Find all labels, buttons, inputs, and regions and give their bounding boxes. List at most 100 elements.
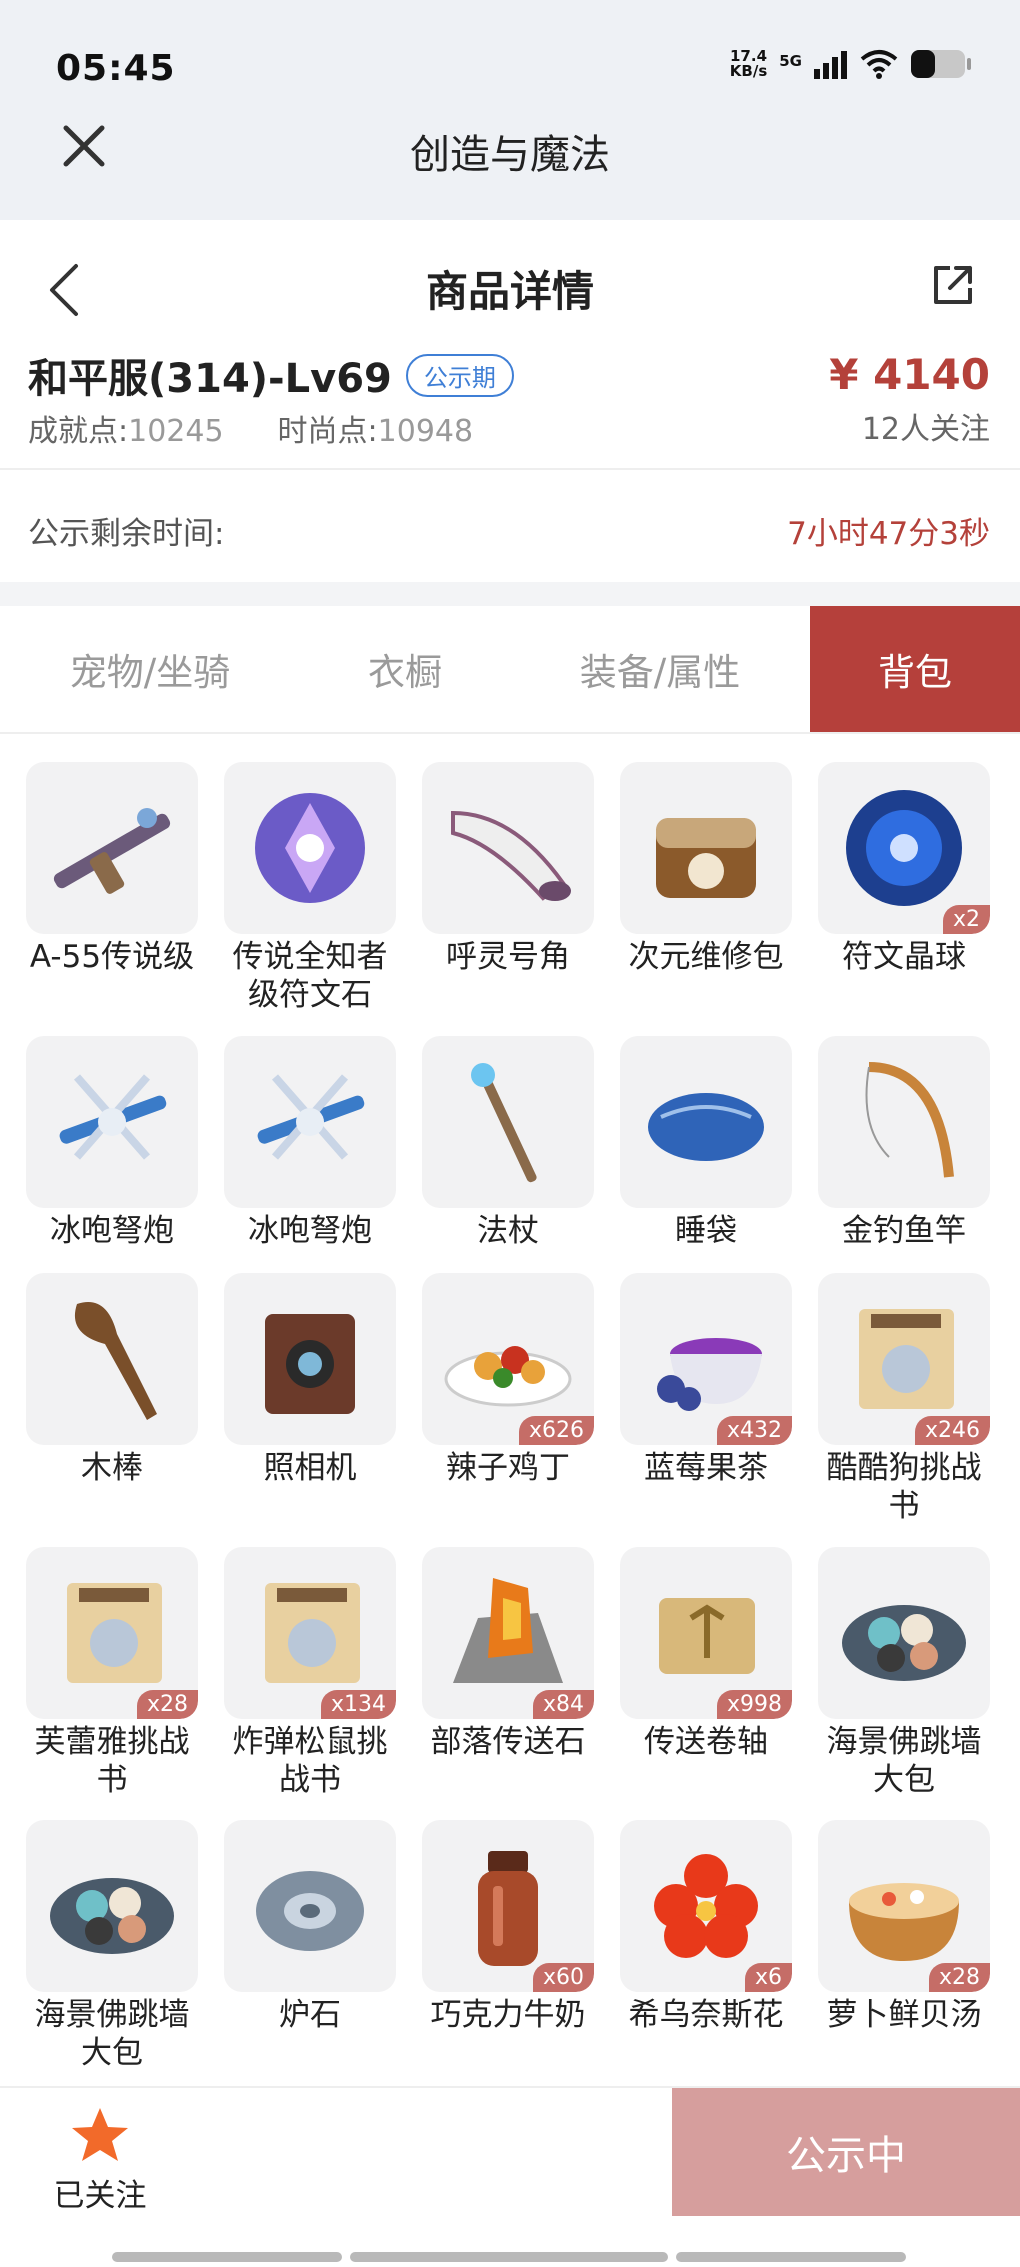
inventory-item[interactable]: x998 传送卷轴 [620, 1546, 792, 1761]
item-name-label: 呼灵号角 [446, 939, 570, 975]
scroll-indicator [676, 2252, 906, 2262]
fishing-rod-icon [865, 1061, 954, 1178]
camera-icon [265, 1314, 355, 1415]
item-summary: 和平服(314)-Lv69 公示期 成就点:10245 时尚点:10948 ¥ 41… [0, 340, 1020, 470]
inventory-item[interactable]: x432 蓝莓果茶 [620, 1273, 792, 1487]
network-type: 5G [779, 52, 802, 70]
star-icon [72, 2108, 128, 2161]
item-thumbnail [818, 1546, 990, 1719]
fashion-points: 10948 [377, 414, 474, 449]
inventory-item[interactable]: 次元维修包 [620, 762, 792, 976]
item-thumbnail: x626 [422, 1273, 594, 1446]
scroll-icon [659, 1597, 755, 1674]
item-thumbnail [224, 1273, 396, 1446]
item-thumbnail: x28 [818, 1820, 990, 1993]
page-title: 商品详情 [425, 267, 594, 316]
inventory-item[interactable]: 冰咆弩炮 [224, 1035, 396, 1250]
item-name-label: 冰咆弩炮 [248, 1212, 372, 1249]
item-name-label: 传说全知者级符文石 [232, 939, 388, 1013]
item-quantity: x134 [320, 1689, 396, 1719]
inventory-item[interactable]: 海景佛跳墙大包 [26, 1820, 198, 2072]
item-name-label: 炸弹松鼠挑战书 [232, 1723, 388, 1798]
inventory-item[interactable]: A-55传说级 [26, 762, 198, 976]
app-header: 05:45 17.4 KB/s 5G 创造与魔法 [0, 0, 1020, 220]
follower-count: 12人关注 [861, 412, 990, 447]
inventory-item[interactable]: 呼灵号角 [422, 762, 594, 976]
item-thumbnail [620, 762, 792, 934]
item-quantity: x6 [744, 1963, 792, 1993]
inventory-item[interactable]: x134 炸弹松鼠挑战书 [224, 1546, 396, 1799]
item-quantity: x998 [716, 1689, 792, 1719]
horn-icon [451, 810, 571, 901]
wifi-icon [860, 50, 898, 79]
item-thumbnail [26, 1820, 198, 1993]
item-thumbnail [224, 1035, 396, 1208]
share-icon[interactable] [928, 260, 978, 310]
item-name-label: 辣子鸡丁 [446, 1450, 570, 1487]
inventory-item[interactable]: 金钓鱼竿 [818, 1035, 990, 1250]
inventory-item[interactable]: 法杖 [422, 1035, 594, 1250]
item-name-label: 萝卜鲜贝汤 [826, 1997, 982, 2034]
inventory-item[interactable]: x2 符文晶球 [818, 762, 990, 976]
status-button[interactable]: 公示中 [672, 2088, 1020, 2216]
item-name-label: 巧克力牛奶 [430, 1997, 586, 2034]
inventory-item[interactable]: 木棒 [26, 1273, 198, 1487]
item-thumbnail: x432 [620, 1273, 792, 1446]
item-name-label: 睡袋 [675, 1212, 737, 1249]
rune-orb-icon [846, 790, 962, 906]
item-thumbnail: x134 [224, 1546, 396, 1719]
item-stats: 成就点:10245 时尚点:10948 [28, 414, 474, 449]
item-name-label: 冰咆弩炮 [50, 1212, 174, 1249]
item-name-label: 炉石 [279, 1997, 341, 2034]
milk-bottle-icon [478, 1851, 538, 1967]
tab-pets-mounts[interactable]: 宠物/坐骑 [0, 606, 300, 732]
inventory-item[interactable]: x28 萝卜鲜贝汤 [818, 1820, 990, 2034]
tab-backpack[interactable]: 背包 [810, 606, 1020, 732]
item-name-label: A-55传说级 [29, 939, 195, 975]
inventory-item[interactable]: 照相机 [224, 1273, 396, 1487]
network-speed: 17.4 KB/s [729, 47, 768, 80]
inventory-item[interactable]: x246 酷酷狗挑战书 [818, 1273, 990, 1525]
inventory-item[interactable]: x60 巧克力牛奶 [422, 1820, 594, 2034]
item-thumbnail: x2 [818, 762, 990, 934]
section-divider [0, 582, 1020, 606]
inventory-item[interactable]: x84 部落传送石 [422, 1546, 594, 1761]
bun-plate-icon [842, 1604, 966, 1681]
inventory-item[interactable]: x28 芙蕾雅挑战书 [26, 1546, 198, 1799]
status-time: 05:45 [56, 48, 176, 89]
item-name-label: 法杖 [477, 1212, 539, 1249]
follow-button[interactable]: 已关注 [40, 2106, 160, 2215]
rune-stone-icon [255, 793, 365, 903]
item-name: 和平服(314)-Lv69 公示期 [28, 346, 514, 404]
teleport-stone-icon [453, 1577, 563, 1683]
item-quantity: x28 [928, 1963, 990, 1993]
inventory-item[interactable]: 冰咆弩炮 [26, 1035, 198, 1250]
scroll-indicator [350, 2252, 668, 2262]
item-thumbnail: x998 [620, 1546, 792, 1719]
item-name-label: 部落传送石 [430, 1723, 586, 1760]
inventory-item[interactable]: 海景佛跳墙大包 [818, 1546, 990, 1799]
bottom-bar: 已关注 公示中 [0, 2086, 1020, 2216]
inventory-item[interactable]: 睡袋 [620, 1035, 792, 1250]
item-name-label: 海景佛跳墙大包 [826, 1723, 982, 1798]
item-name-label: 照相机 [263, 1450, 357, 1487]
item-thumbnail [224, 1820, 396, 1993]
inventory-item[interactable]: x626 辣子鸡丁 [422, 1273, 594, 1487]
item-thumbnail [422, 762, 594, 934]
inventory-item[interactable]: 传说全知者级符文石 [224, 762, 396, 1014]
status-badge: 公示期 [405, 354, 514, 397]
countdown-label: 公示剩余时间: [28, 516, 225, 552]
staff-icon [471, 1062, 537, 1182]
inventory-item[interactable]: x6 希乌奈斯花 [620, 1820, 792, 2034]
item-thumbnail [26, 1273, 198, 1446]
wanted-scroll-icon [859, 1309, 954, 1410]
item-thumbnail: x6 [620, 1820, 792, 1993]
item-name-label: 木棒 [81, 1450, 143, 1487]
inventory-item[interactable]: 炉石 [224, 1820, 396, 2034]
crossbow-icon [59, 1073, 167, 1160]
item-name-label: 希乌奈斯花 [628, 1997, 784, 2034]
item-name-label: 酷酷狗挑战书 [826, 1450, 982, 1525]
tab-equipment[interactable]: 装备/属性 [510, 606, 810, 732]
app-title: 创造与魔法 [410, 132, 610, 178]
tab-wardrobe[interactable]: 衣橱 [300, 606, 510, 732]
